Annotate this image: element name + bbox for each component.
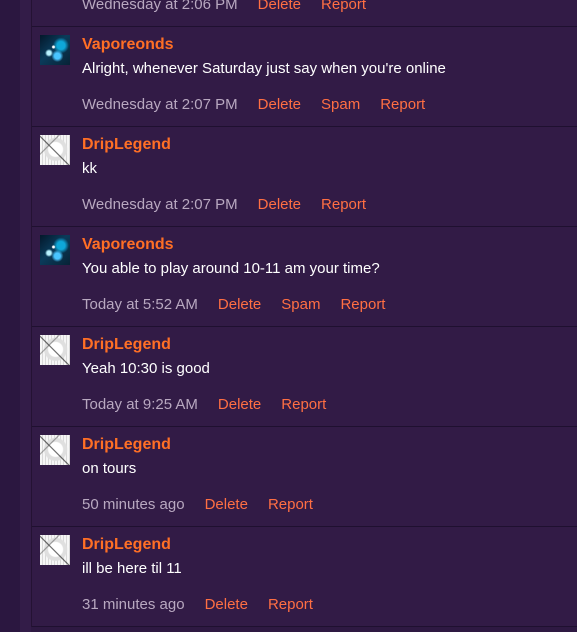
delete-button[interactable]: Delete [258, 0, 301, 13]
list-item: Vaporeonds You able to play around 10-11… [32, 227, 577, 327]
message-text: ill be here til 11 [82, 560, 182, 577]
report-button[interactable]: Report [268, 496, 313, 513]
spam-button[interactable]: Spam [321, 96, 360, 113]
driplegend-avatar-icon [40, 435, 70, 465]
report-button[interactable]: Report [380, 96, 425, 113]
list-item: Vaporeonds Alright, whenever Saturday ju… [32, 27, 577, 127]
left-rail [0, 0, 20, 632]
message-text: on tours [82, 460, 137, 477]
message-text: Alright, whenever Saturday just say when… [82, 60, 446, 77]
message-time: Wednesday at 2:07 PM [82, 95, 238, 113]
author-name[interactable]: Vaporeonds [82, 236, 174, 254]
message-meta: 50 minutes ago Delete Report [82, 495, 333, 513]
list-item: Wednesday at 2:06 PM Delete Report [32, 0, 577, 27]
author-name[interactable]: DripLegend [82, 136, 171, 154]
author-name[interactable]: DripLegend [82, 536, 171, 554]
message-meta: Wednesday at 2:06 PM Delete Report [82, 0, 386, 13]
driplegend-avatar-icon [40, 535, 70, 565]
vaporeonds-avatar-icon [40, 35, 70, 65]
author-name[interactable]: Vaporeonds [82, 36, 174, 54]
author-name[interactable]: DripLegend [82, 436, 171, 454]
report-button[interactable]: Report [321, 196, 366, 213]
message-meta: Today at 5:52 AM Delete Spam Report [82, 295, 405, 313]
report-button[interactable]: Report [281, 396, 326, 413]
delete-button[interactable]: Delete [258, 96, 301, 113]
message-meta: Wednesday at 2:07 PM Delete Spam Report [82, 95, 445, 113]
message-time: 50 minutes ago [82, 495, 185, 513]
spam-button[interactable]: Spam [281, 296, 320, 313]
delete-button[interactable]: Delete [205, 596, 248, 613]
message-meta: 31 minutes ago Delete Report [82, 595, 333, 613]
delete-button[interactable]: Delete [205, 496, 248, 513]
driplegend-avatar-icon [40, 335, 70, 365]
report-button[interactable]: Report [340, 296, 385, 313]
list-item: DripLegend kk Wednesday at 2:07 PM Delet… [32, 127, 577, 227]
vaporeonds-avatar-icon [40, 235, 70, 265]
report-button[interactable]: Report [268, 596, 313, 613]
delete-button[interactable]: Delete [218, 396, 261, 413]
left-gap [20, 0, 31, 632]
message-meta: Today at 9:25 AM Delete Report [82, 395, 346, 413]
message-thread: Wednesday at 2:06 PM Delete Report Vapor… [31, 0, 577, 627]
message-time: Today at 5:52 AM [82, 295, 198, 313]
message-meta: Wednesday at 2:07 PM Delete Report [82, 195, 386, 213]
message-text: kk [82, 160, 97, 177]
message-time: Today at 9:25 AM [82, 395, 198, 413]
driplegend-avatar-icon [40, 135, 70, 165]
message-time: Wednesday at 2:07 PM [82, 195, 238, 213]
delete-button[interactable]: Delete [218, 296, 261, 313]
list-item: DripLegend ill be here til 11 31 minutes… [32, 527, 577, 627]
message-text: Yeah 10:30 is good [82, 360, 210, 377]
message-time: 31 minutes ago [82, 595, 185, 613]
list-item: DripLegend Yeah 10:30 is good Today at 9… [32, 327, 577, 427]
delete-button[interactable]: Delete [258, 196, 301, 213]
message-text: You able to play around 10-11 am your ti… [82, 260, 380, 277]
message-time: Wednesday at 2:06 PM [82, 0, 238, 13]
report-button[interactable]: Report [321, 0, 366, 13]
author-name[interactable]: DripLegend [82, 336, 171, 354]
list-item: DripLegend on tours 50 minutes ago Delet… [32, 427, 577, 527]
